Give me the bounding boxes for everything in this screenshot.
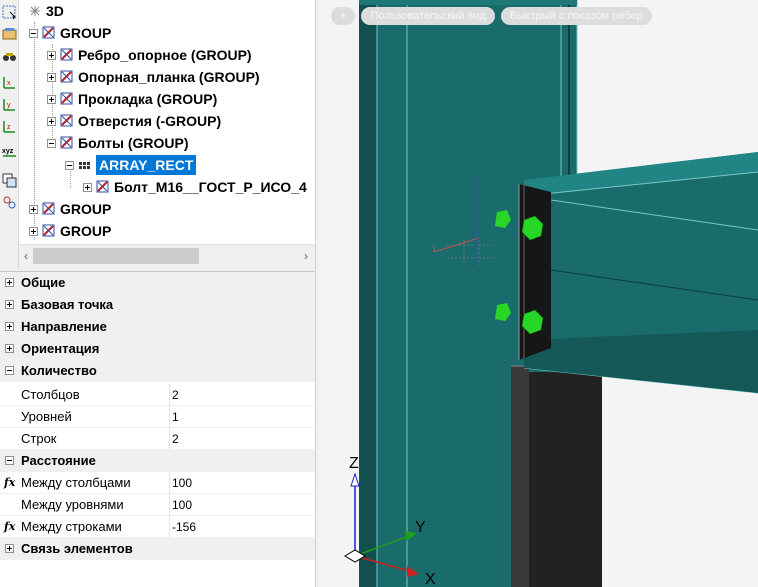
collapse-toggle[interactable] <box>47 138 56 148</box>
expand-toggle[interactable] <box>47 72 56 82</box>
category-quantity[interactable]: Количество <box>0 360 315 382</box>
expand-toggle[interactable] <box>5 544 14 553</box>
snowflake-icon <box>30 6 40 16</box>
tree-node-rib[interactable]: Ребро_опорное (GROUP) <box>47 44 252 66</box>
expand-toggle[interactable] <box>5 322 14 331</box>
search-icon[interactable] <box>1 48 18 65</box>
prop-columns[interactable]: Столбцов 2 <box>0 384 315 406</box>
scroll-left-icon[interactable]: ‹ <box>19 248 33 264</box>
model-tree: 3D GROUP Ребро_опорное (GROUP) Опорная_п… <box>19 0 315 266</box>
left-toolbar: x y z xyz <box>0 0 19 270</box>
viewport-toolbar: + Пользовательский вид Быстрый с показом… <box>331 7 652 25</box>
render-style-button[interactable]: Быстрый с показом рёбер <box>500 7 652 25</box>
tree-root-label: 3D <box>46 3 64 19</box>
expand-toggle[interactable] <box>29 226 38 236</box>
category-element-links[interactable]: Связь элементов <box>0 538 315 560</box>
expand-toggle[interactable] <box>47 94 56 104</box>
axis-label-y: Y <box>415 519 426 536</box>
axis-label-z: Z <box>349 455 359 472</box>
axis-x-icon[interactable]: x <box>1 74 18 91</box>
select-frame-icon[interactable] <box>1 4 18 21</box>
collapse-toggle[interactable] <box>5 456 14 465</box>
expand-toggle[interactable] <box>47 116 56 126</box>
view-mode-button[interactable]: Пользовательский вид <box>361 7 495 25</box>
selected-node-label: ARRAY_RECT <box>96 155 197 175</box>
group-icon <box>60 70 73 83</box>
axis-y-icon[interactable]: y <box>1 96 18 113</box>
formula-icon[interactable]: fx <box>4 520 15 533</box>
tree-node-support-plate[interactable]: Опорная_планка (GROUP) <box>47 66 260 88</box>
prop-rows[interactable]: Строк 2 <box>0 428 315 450</box>
category-general[interactable]: Общие <box>0 272 315 294</box>
group-icon <box>42 26 55 39</box>
tree-root[interactable]: 3D <box>27 0 64 22</box>
category-orientation[interactable]: Ориентация <box>0 338 315 360</box>
svg-text:xyz: xyz <box>2 148 14 155</box>
tree-node-group-2[interactable]: GROUP <box>29 198 111 220</box>
copy-icon[interactable] <box>1 172 18 189</box>
prop-levels[interactable]: Уровней 1 <box>0 406 315 428</box>
expand-toggle[interactable] <box>29 204 38 214</box>
tree-horizontal-scrollbar[interactable]: ‹ › <box>19 244 315 266</box>
properties-panel: Общие Базовая точка Направление Ориентац… <box>0 271 315 587</box>
between-columns-value[interactable]: 100 <box>172 476 192 490</box>
tree-node-bolts[interactable]: Болты (GROUP) <box>47 132 189 154</box>
formula-icon[interactable]: fx <box>4 476 15 489</box>
prop-between-levels[interactable]: Между уровнями 100 <box>0 494 315 516</box>
between-rows-value[interactable]: -156 <box>172 520 196 534</box>
group-icon <box>60 136 73 149</box>
collapse-toggle[interactable] <box>65 160 74 170</box>
group-icon <box>60 48 73 61</box>
category-direction[interactable]: Направление <box>0 316 315 338</box>
tree-node-gasket[interactable]: Прокладка (GROUP) <box>47 88 217 110</box>
link-icon[interactable] <box>1 194 18 211</box>
group-icon <box>42 224 55 237</box>
expand-toggle[interactable] <box>47 50 56 60</box>
svg-text:x: x <box>7 80 11 87</box>
levels-value[interactable]: 1 <box>172 410 179 424</box>
axis-label-x: X <box>425 571 436 587</box>
add-view-button[interactable]: + <box>331 7 356 25</box>
axis-z-icon[interactable]: z <box>1 118 18 135</box>
columns-value[interactable]: 2 <box>172 388 179 402</box>
scroll-right-icon[interactable]: › <box>299 248 313 264</box>
svg-text:y: y <box>7 102 11 109</box>
filter-icon[interactable] <box>1 26 18 43</box>
3d-viewport[interactable]: Z Y X + Пользовательский вид Быстрый с п… <box>319 0 758 587</box>
group-icon <box>96 180 109 193</box>
group-icon <box>42 202 55 215</box>
expand-toggle[interactable] <box>5 300 14 309</box>
prop-between-rows[interactable]: fx Между строками -156 <box>0 516 315 538</box>
expand-toggle[interactable] <box>83 182 92 192</box>
between-levels-value[interactable]: 100 <box>172 498 192 512</box>
array-icon <box>79 162 90 169</box>
prop-between-columns[interactable]: fx Между столбцами 100 <box>0 472 315 494</box>
tree-node-group-3[interactable]: GROUP <box>29 220 111 242</box>
tree-node-group-1[interactable]: GROUP <box>29 22 111 44</box>
tree-node-bolt-m16[interactable]: Болт_М16__ГОСТ_Р_ИСО_4 <box>83 176 307 198</box>
rows-value[interactable]: 2 <box>172 432 179 446</box>
model-view[interactable]: Z Y X <box>319 0 758 587</box>
category-base-point[interactable]: Базовая точка <box>0 294 315 316</box>
expand-toggle[interactable] <box>5 278 14 287</box>
collapse-toggle[interactable] <box>29 28 38 38</box>
expand-toggle[interactable] <box>5 344 14 353</box>
axis-xyz-icon[interactable]: xyz <box>1 142 18 159</box>
category-distance[interactable]: Расстояние <box>0 450 315 472</box>
svg-text:z: z <box>7 124 11 131</box>
group-icon <box>60 114 73 127</box>
collapse-toggle[interactable] <box>5 366 14 375</box>
group-icon <box>60 92 73 105</box>
tree-node-array-rect[interactable]: ARRAY_RECT <box>65 154 197 176</box>
scrollbar-thumb[interactable] <box>33 248 199 264</box>
tree-node-holes[interactable]: Отверстия (-GROUP) <box>47 110 221 132</box>
